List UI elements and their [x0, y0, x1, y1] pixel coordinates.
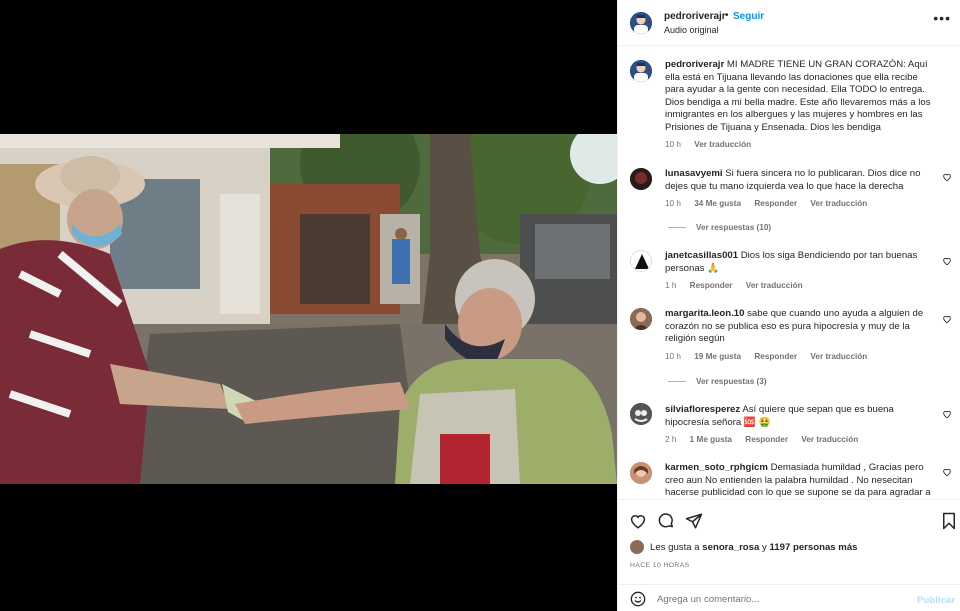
reply-button[interactable]: Responder — [690, 281, 733, 290]
post-timestamp[interactable]: HACE 10 HORAS — [630, 562, 690, 569]
translate-link[interactable]: Ver traducción — [810, 199, 867, 208]
video-player[interactable] — [0, 134, 617, 484]
reply-button[interactable]: Responder — [754, 199, 797, 208]
comment-meta: 10 h 19 Me gusta Responder Ver traducció… — [665, 352, 878, 361]
heart-icon[interactable] — [942, 467, 952, 477]
comment-text: margarita.leon.10 sabe que cuando uno ay… — [665, 308, 935, 346]
avatar[interactable] — [630, 462, 652, 484]
translate-link[interactable]: Ver traducción — [801, 435, 858, 444]
publish-button[interactable]: Publicar — [917, 595, 955, 606]
comment-likes[interactable]: 34 Me gusta — [694, 199, 741, 208]
post-actions: Les gusta a senora_rosa y 1197 personas … — [618, 499, 960, 584]
likes-count[interactable]: 1197 personas más — [769, 542, 857, 553]
emoji-icon[interactable] — [630, 591, 646, 607]
comment-text: janetcasillas001 Dios los siga Bendicien… — [665, 250, 935, 275]
post-side-panel: pedroriverajr • Seguir Audio original ••… — [617, 0, 960, 611]
avatar[interactable] — [630, 308, 652, 330]
avatar[interactable] — [630, 12, 652, 34]
comment-meta: 1 h Responder Ver traducción — [665, 281, 814, 290]
comment-likes[interactable]: 1 Me gusta — [690, 435, 732, 444]
comment-meta: 10 h 34 Me gusta Responder Ver traducció… — [665, 199, 878, 208]
replies-line — [668, 227, 686, 228]
translate-link[interactable]: Ver traducción — [746, 281, 803, 290]
view-replies-button[interactable]: Ver respuestas (10) — [668, 223, 771, 232]
caption-body: MI MADRE TIENE UN GRAN CORAZÓN: Aquí ell… — [665, 59, 931, 133]
comment-username[interactable]: margarita.leon.10 — [665, 308, 744, 319]
add-comment-bar: Publicar — [618, 584, 960, 611]
post-username[interactable]: pedroriverajr — [664, 11, 726, 22]
comment-username[interactable]: janetcasillas001 — [665, 250, 738, 261]
post-header: pedroriverajr • Seguir Audio original ••… — [618, 0, 960, 46]
reply-button[interactable]: Responder — [745, 435, 788, 444]
comment-username[interactable]: lunasavyemi — [665, 168, 723, 179]
heart-icon[interactable] — [942, 256, 952, 266]
comment-time[interactable]: 1 h — [665, 281, 676, 290]
reply-button[interactable]: Responder — [754, 352, 797, 361]
caption-username[interactable]: pedroriverajr — [665, 59, 724, 70]
comment-time[interactable]: 10 h — [665, 199, 681, 208]
replies-line — [668, 381, 686, 382]
likes-prefix: Les gusta a — [650, 541, 700, 553]
avatar[interactable] — [630, 250, 652, 272]
view-replies-label[interactable]: Ver respuestas (3) — [696, 377, 767, 386]
view-replies-label[interactable]: Ver respuestas (10) — [696, 223, 771, 232]
comment-time[interactable]: 2 h — [665, 435, 676, 444]
post-dialog: pedroriverajr • Seguir Audio original ••… — [0, 0, 960, 611]
heart-icon[interactable] — [629, 512, 647, 530]
bookmark-icon[interactable] — [941, 512, 957, 530]
comment-likes[interactable]: 19 Me gusta — [694, 352, 741, 361]
avatar[interactable] — [630, 403, 652, 425]
translate-link[interactable]: Ver traducción — [810, 352, 867, 361]
heart-icon[interactable] — [942, 409, 952, 419]
audio-label[interactable]: Audio original — [664, 25, 719, 35]
avatar[interactable] — [630, 60, 652, 82]
heart-icon[interactable] — [942, 172, 952, 182]
media-pane — [0, 0, 617, 611]
liker-avatar — [630, 540, 644, 554]
caption-text: pedroriverajr MI MADRE TIENE UN GRAN COR… — [665, 59, 935, 134]
heart-icon[interactable] — [942, 314, 952, 324]
more-options-icon[interactable]: ••• — [933, 10, 951, 26]
follow-button[interactable]: Seguir — [733, 11, 764, 22]
comment-meta: 2 h 1 Me gusta Responder Ver traducción — [665, 435, 869, 444]
comment-icon[interactable] — [657, 512, 675, 530]
comment-input[interactable] — [657, 594, 877, 605]
avatar[interactable] — [630, 168, 652, 190]
likes-middle: y — [762, 541, 767, 553]
caption-time[interactable]: 10 h — [665, 140, 681, 149]
video-frame — [0, 134, 617, 484]
separator-dot: • — [725, 10, 729, 21]
send-icon[interactable] — [685, 512, 703, 530]
likes-summary[interactable]: Les gusta a senora_rosa y 1197 personas … — [630, 540, 858, 554]
comment-time[interactable]: 10 h — [665, 352, 681, 361]
liker-username[interactable]: senora_rosa — [702, 542, 759, 553]
caption-meta: 10 h Ver traducción — [665, 140, 762, 149]
comment-username[interactable]: silviafloresperez — [665, 404, 740, 415]
comments-list: pedroriverajr MI MADRE TIENE UN GRAN COR… — [618, 46, 960, 499]
comment-username[interactable]: karmen_soto_rphgicm — [665, 462, 768, 473]
translate-link[interactable]: Ver traducción — [694, 140, 751, 149]
comment-text: silviafloresperez Así quiere que sepan q… — [665, 404, 935, 429]
view-replies-button[interactable]: Ver respuestas (3) — [668, 377, 767, 386]
comment-text: lunasavyemi Si fuera sincera no lo publi… — [665, 168, 935, 193]
comment-text: karmen_soto_rphgicm Demasiada humildad ,… — [665, 462, 935, 499]
